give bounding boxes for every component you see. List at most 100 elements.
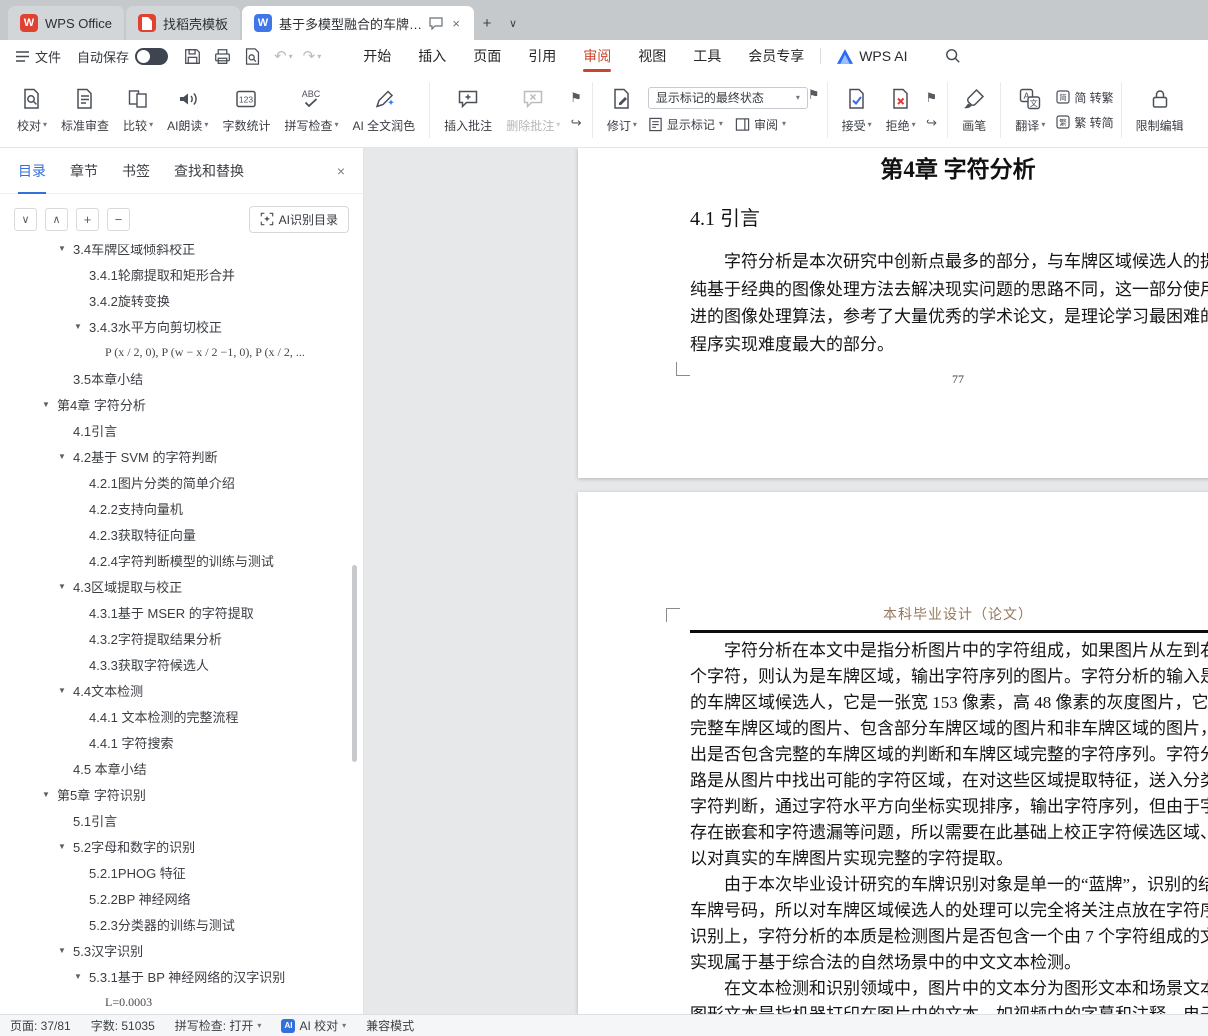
toc-item[interactable]: ▼ 3.4车牌区域倾斜校正 [0, 244, 353, 261]
menu-view[interactable]: 视图 [638, 40, 666, 72]
toc-item[interactable]: 5.2.3分类器的训练与测试 [0, 911, 353, 937]
document-area[interactable]: 第4章 字符分析 4.1 引言 字符分析是本次研究中创新点最多的部分，与车牌区域… [364, 148, 1208, 1014]
menu-home[interactable]: 开始 [363, 40, 391, 72]
menu-page[interactable]: 页面 [473, 40, 501, 72]
toc-item[interactable]: ▼ 5.3.1基于 BP 神经网络的汉字识别 [0, 963, 353, 989]
toc-item[interactable]: 4.3.2字符提取结果分析 [0, 625, 353, 651]
file-menu[interactable]: 文件 [10, 47, 67, 66]
simplified-to-traditional-button[interactable]: 简 简 转繁 [1056, 89, 1114, 106]
tree-collapse-icon[interactable]: ▼ [42, 400, 57, 409]
toc-item[interactable]: ▼ 5.3汉字识别 [0, 937, 353, 963]
toc-item[interactable]: L=0.0003 [0, 989, 353, 1014]
search-icon[interactable] [945, 48, 961, 64]
wps-ai-menu[interactable]: WPS AI [837, 48, 907, 64]
zoom-out-outline-button[interactable]: − [107, 207, 130, 231]
ink-brush-button[interactable]: 画笔 [955, 81, 993, 139]
reject-button[interactable]: 拒绝 ▾ [879, 81, 923, 139]
zoom-in-outline-button[interactable]: + [76, 207, 99, 231]
toc-item[interactable]: ▼ 4.3区域提取与校正 [0, 573, 353, 599]
toc-item[interactable]: 4.2.3获取特征向量 [0, 521, 353, 547]
print-icon[interactable] [212, 46, 232, 66]
toc-item[interactable]: ▼ 4.4文本检测 [0, 677, 353, 703]
revision-flag-icon[interactable]: ⚑ [808, 87, 820, 103]
tab-close-icon[interactable]: × [450, 16, 462, 31]
tab-find-replace[interactable]: 查找和替换 [174, 148, 244, 194]
accept-button[interactable]: 接受 ▾ [835, 81, 879, 139]
review-pane-button[interactable]: 审阅 ▾ [735, 116, 786, 133]
toc-item[interactable]: 4.2.2支持向量机 [0, 495, 353, 521]
menu-insert[interactable]: 插入 [418, 40, 446, 72]
document-page-1[interactable]: 第4章 字符分析 4.1 引言 字符分析是本次研究中创新点最多的部分，与车牌区域… [578, 148, 1208, 478]
ai-proofread-status[interactable]: AI AI 校对 ▾ [281, 1017, 346, 1034]
toc-item[interactable]: P (x / 2, 0), P (w − x / 2 −1, 0), P (x … [0, 339, 353, 365]
save-icon[interactable] [182, 46, 202, 66]
print-preview-icon[interactable] [242, 46, 262, 66]
word-count-indicator[interactable]: 字数: 51035 [91, 1017, 155, 1034]
toc-item[interactable]: 4.2.4字符判断模型的训练与测试 [0, 547, 353, 573]
document-tab[interactable]: W 基于多模型融合的车牌智能识 × [241, 6, 474, 40]
menu-member[interactable]: 会员专享 [748, 40, 804, 72]
ai-polish-button[interactable]: AI 全文润色 [345, 81, 422, 139]
collapse-all-button[interactable]: ∧ [45, 207, 68, 231]
next-change-icon[interactable]: ↪ [926, 116, 937, 129]
tab-contents[interactable]: 目录 [18, 148, 46, 194]
new-tab-button[interactable]: + [474, 8, 500, 38]
toc-item[interactable]: 4.3.1基于 MSER 的字符提取 [0, 599, 353, 625]
toc-item[interactable]: ▼ 3.4.3水平方向剪切校正 [0, 313, 353, 339]
comment-flag-icon[interactable]: ⚑ [570, 91, 582, 104]
toc-item[interactable]: 5.2.2BP 神经网络 [0, 885, 353, 911]
traditional-to-simplified-button[interactable]: 繁 繁 转简 [1056, 114, 1114, 131]
tree-collapse-icon[interactable]: ▼ [58, 842, 73, 851]
tree-collapse-icon[interactable]: ▼ [58, 244, 73, 253]
comment-next-icon[interactable]: ↪ [571, 116, 582, 129]
toc-item[interactable]: ▼ 第5章 字符识别 [0, 781, 353, 807]
tab-chapters[interactable]: 章节 [70, 148, 98, 194]
tree-collapse-icon[interactable]: ▼ [58, 686, 73, 695]
translate-button[interactable]: A文 翻译 ▾ [1008, 81, 1052, 139]
toc-item[interactable]: ▼ 第4章 字符分析 [0, 391, 353, 417]
toc-item[interactable]: 3.4.2旋转变换 [0, 287, 353, 313]
toc-item[interactable]: ▼ 4.2基于 SVM 的字符判断 [0, 443, 353, 469]
spellcheck-status[interactable]: 拼写检查: 打开 ▾ [175, 1017, 262, 1034]
expand-all-button[interactable]: ∨ [14, 207, 37, 231]
markup-state-combobox[interactable]: 显示标记的最终状态 ▾ [647, 86, 808, 109]
toc-item[interactable]: 4.2.1图片分类的简单介绍 [0, 469, 353, 495]
menu-review[interactable]: 审阅 [583, 40, 612, 72]
ai-recognize-toc-button[interactable]: AI识别目录 [248, 205, 349, 233]
menu-reference[interactable]: 引用 [528, 40, 556, 72]
tree-collapse-icon[interactable]: ▼ [74, 972, 89, 981]
toc-item[interactable]: 4.3.3获取字符候选人 [0, 651, 353, 677]
standard-review-button[interactable]: 标准审查 [54, 81, 116, 139]
autosave-toggle[interactable] [135, 47, 169, 65]
toc-item[interactable]: 4.4.1 文本检测的完整流程 [0, 703, 353, 729]
sidebar-scrollbar-thumb[interactable] [352, 565, 357, 762]
toc-item[interactable]: 3.4.1轮廓提取和矩形合并 [0, 261, 353, 287]
tab-list-chevron-icon[interactable]: ∨ [500, 8, 526, 38]
track-changes-button[interactable]: 修订 ▾ [600, 81, 644, 139]
restrict-editing-button[interactable]: 限制编辑 [1129, 81, 1191, 139]
toc-item[interactable]: 4.4.1 字符搜索 [0, 729, 353, 755]
show-markup-button[interactable]: 显示标记 ▾ [648, 116, 723, 133]
tree-collapse-icon[interactable]: ▼ [74, 322, 89, 331]
tab-bookmarks[interactable]: 书签 [122, 148, 150, 194]
word-count-button[interactable]: 123 字数统计 [215, 81, 277, 139]
tree-collapse-icon[interactable]: ▼ [58, 946, 73, 955]
wps-home-tab[interactable]: W WPS Office [8, 6, 124, 40]
proofread-button[interactable]: 校对 ▾ [10, 81, 54, 139]
toc-item[interactable]: 4.1引言 [0, 417, 353, 443]
insert-comment-button[interactable]: 插入批注 [437, 81, 499, 139]
tree-collapse-icon[interactable]: ▼ [42, 790, 57, 799]
toc-item[interactable]: ▼ 5.2字母和数字的识别 [0, 833, 353, 859]
toc-item[interactable]: 4.5 本章小结 [0, 755, 353, 781]
comment-bubble-icon[interactable] [429, 16, 443, 30]
template-tab[interactable]: 找稻壳模板 [125, 6, 240, 40]
toc-item[interactable]: 3.5本章小结 [0, 365, 353, 391]
tree-collapse-icon[interactable]: ▼ [58, 582, 73, 591]
spellcheck-button[interactable]: ABC 拼写检查 ▾ [277, 81, 345, 139]
document-page-2[interactable]: 本科毕业设计（论文） 字符分析在本文中是指分析图片中的字符组成，如果图片从左到右… [578, 492, 1208, 1014]
toc-item[interactable]: 5.2.1PHOG 特征 [0, 859, 353, 885]
compare-button[interactable]: 比较 ▾ [116, 81, 160, 139]
sidebar-close-icon[interactable]: × [337, 163, 345, 179]
toc-item[interactable]: 5.1引言 [0, 807, 353, 833]
menu-tools[interactable]: 工具 [693, 40, 721, 72]
